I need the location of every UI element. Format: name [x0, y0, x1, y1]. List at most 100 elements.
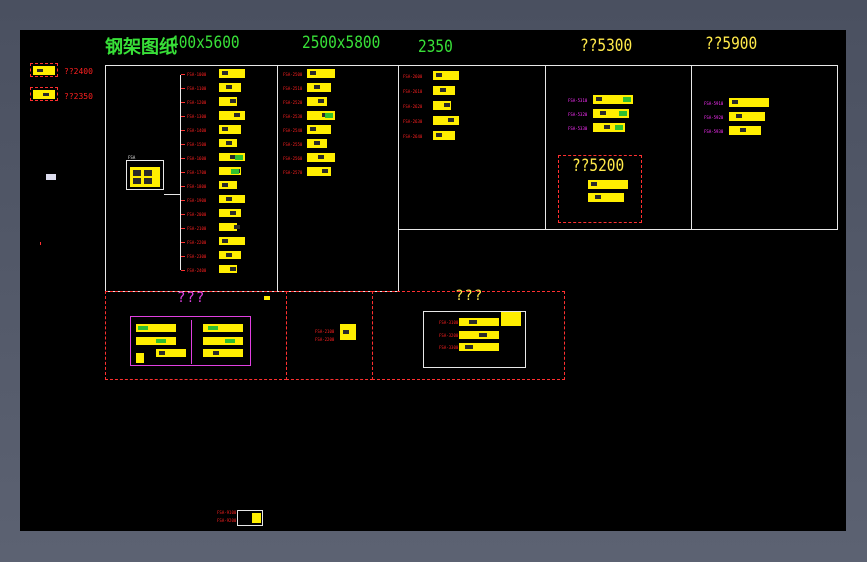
leader-stub: [181, 158, 185, 159]
part-block: [307, 97, 327, 106]
part-tag: FSA-2510: [283, 86, 303, 91]
part-tag: FSA-2100: [187, 226, 207, 231]
part-tag: FSA-2640: [403, 134, 423, 139]
part-block: [729, 98, 769, 107]
part-tag: FSA-1900: [187, 198, 207, 203]
part-block: [219, 153, 245, 161]
part-tag: FSA-1400: [187, 128, 207, 133]
mid-tag-2: FSA-2200: [315, 337, 335, 342]
side-label-2: ??2350: [64, 92, 93, 101]
lower-label-2: ???: [455, 288, 484, 304]
part-tag: FSA-1600: [187, 156, 207, 161]
leader-stub: [181, 270, 185, 271]
part-block: [433, 101, 451, 110]
part-tag: FSA-2540: [283, 128, 303, 133]
part-tag: FSA-2400: [187, 268, 207, 273]
part-block: [588, 180, 628, 189]
leader-stub: [181, 228, 185, 229]
part-tag: FSA-5320: [568, 112, 588, 117]
leader-stub: [181, 102, 185, 103]
part-block: [307, 111, 335, 120]
connector-line: [164, 194, 180, 195]
part-tag: FSA-5310: [568, 98, 588, 103]
leader-stub: [181, 116, 185, 117]
part-tag: FSA-2500: [283, 72, 303, 77]
part-block: [729, 112, 765, 121]
part-block: [593, 109, 629, 118]
lower-label-1: ???: [177, 290, 206, 306]
legend-tag: FSA: [128, 155, 136, 160]
part-block: [593, 123, 625, 132]
leader-stub: [181, 130, 185, 131]
part-block: [219, 265, 237, 273]
leader-stub: [181, 200, 185, 201]
part-block: [219, 125, 241, 134]
header-5200: ??5200: [572, 156, 625, 176]
part-block: [433, 86, 455, 95]
lower-panel-right[interactable]: FSA-3100 FSA-3200 FSA-3300: [423, 311, 526, 368]
part-block: [219, 209, 241, 217]
header-400x5600: 400x5600: [170, 33, 240, 53]
part-block: [219, 223, 240, 231]
part-tag: FSA-1700: [187, 170, 207, 175]
part-block: [219, 139, 237, 147]
bottom-tag-2: FSA-9200: [217, 518, 237, 523]
leader-stub: [181, 256, 185, 257]
marker-dot: [40, 242, 41, 245]
drawing-title: 钢架图纸: [105, 37, 177, 58]
bottom-tag-1: FSA-9100: [217, 510, 237, 515]
part-tag: FSA-2520: [283, 100, 303, 105]
mid-tag-1: FSA-2100: [315, 329, 335, 334]
part-tag: FSA-1300: [187, 114, 207, 119]
part-block: [219, 181, 237, 189]
leader-stub: [181, 172, 185, 173]
legend-panel[interactable]: [126, 160, 164, 190]
part-tag: FSA-1000: [187, 72, 207, 77]
mid-block: [340, 324, 356, 340]
lower-panel-left[interactable]: [130, 316, 251, 366]
part-tag: FSA-5910: [704, 101, 724, 106]
small-block-icon: [46, 174, 56, 180]
header-5900: ??5900: [705, 34, 758, 54]
lower-frame-mid[interactable]: [286, 291, 373, 380]
part-tag: FSA-1800: [187, 184, 207, 189]
part-block: [219, 97, 237, 106]
part-tag: FSA-2600: [403, 74, 423, 79]
part-tag: FSA-2610: [403, 89, 423, 94]
part-block: [588, 193, 624, 202]
leader-stub: [181, 144, 185, 145]
part-block: [307, 69, 335, 78]
part-tag: FSA-2630: [403, 119, 423, 124]
part-tag: FSA-2560: [283, 156, 303, 161]
leader-stub: [181, 88, 185, 89]
header-2350: 2350: [418, 37, 453, 57]
part-block: [307, 83, 331, 92]
header-5300: ??5300: [580, 36, 633, 56]
side-label-1: ??2400: [64, 67, 93, 76]
part-tag: FSA-5930: [704, 129, 724, 134]
part-block: [219, 111, 245, 120]
part-block: [433, 71, 459, 80]
leader-stub: [181, 186, 185, 187]
part-block: [593, 95, 633, 104]
part-block: [219, 195, 245, 203]
part-block: [307, 139, 327, 148]
bottom-block[interactable]: [237, 510, 263, 526]
part-tag: FSA-1100: [187, 86, 207, 91]
leader-stub: [181, 242, 185, 243]
part-tag: FSA-2620: [403, 104, 423, 109]
side-block-2[interactable]: [30, 87, 58, 101]
part-block: [219, 69, 245, 78]
part-block: [433, 116, 459, 125]
part-tag: FSA-5330: [568, 126, 588, 131]
part-tag: FSA-5920: [704, 115, 724, 120]
part-tag: FSA-2550: [283, 142, 303, 147]
part-block: [307, 167, 331, 176]
part-block: [307, 153, 335, 162]
frame-5900[interactable]: [691, 65, 838, 230]
part-block: [219, 251, 241, 259]
header-2500x5800: 2500x5800: [302, 33, 381, 53]
side-block-1[interactable]: [30, 63, 58, 77]
cad-model-space[interactable]: ??2400 ??2350 钢架图纸 400x5600 2500x5800 23…: [20, 30, 846, 531]
part-tag: FSA-2000: [187, 212, 207, 217]
